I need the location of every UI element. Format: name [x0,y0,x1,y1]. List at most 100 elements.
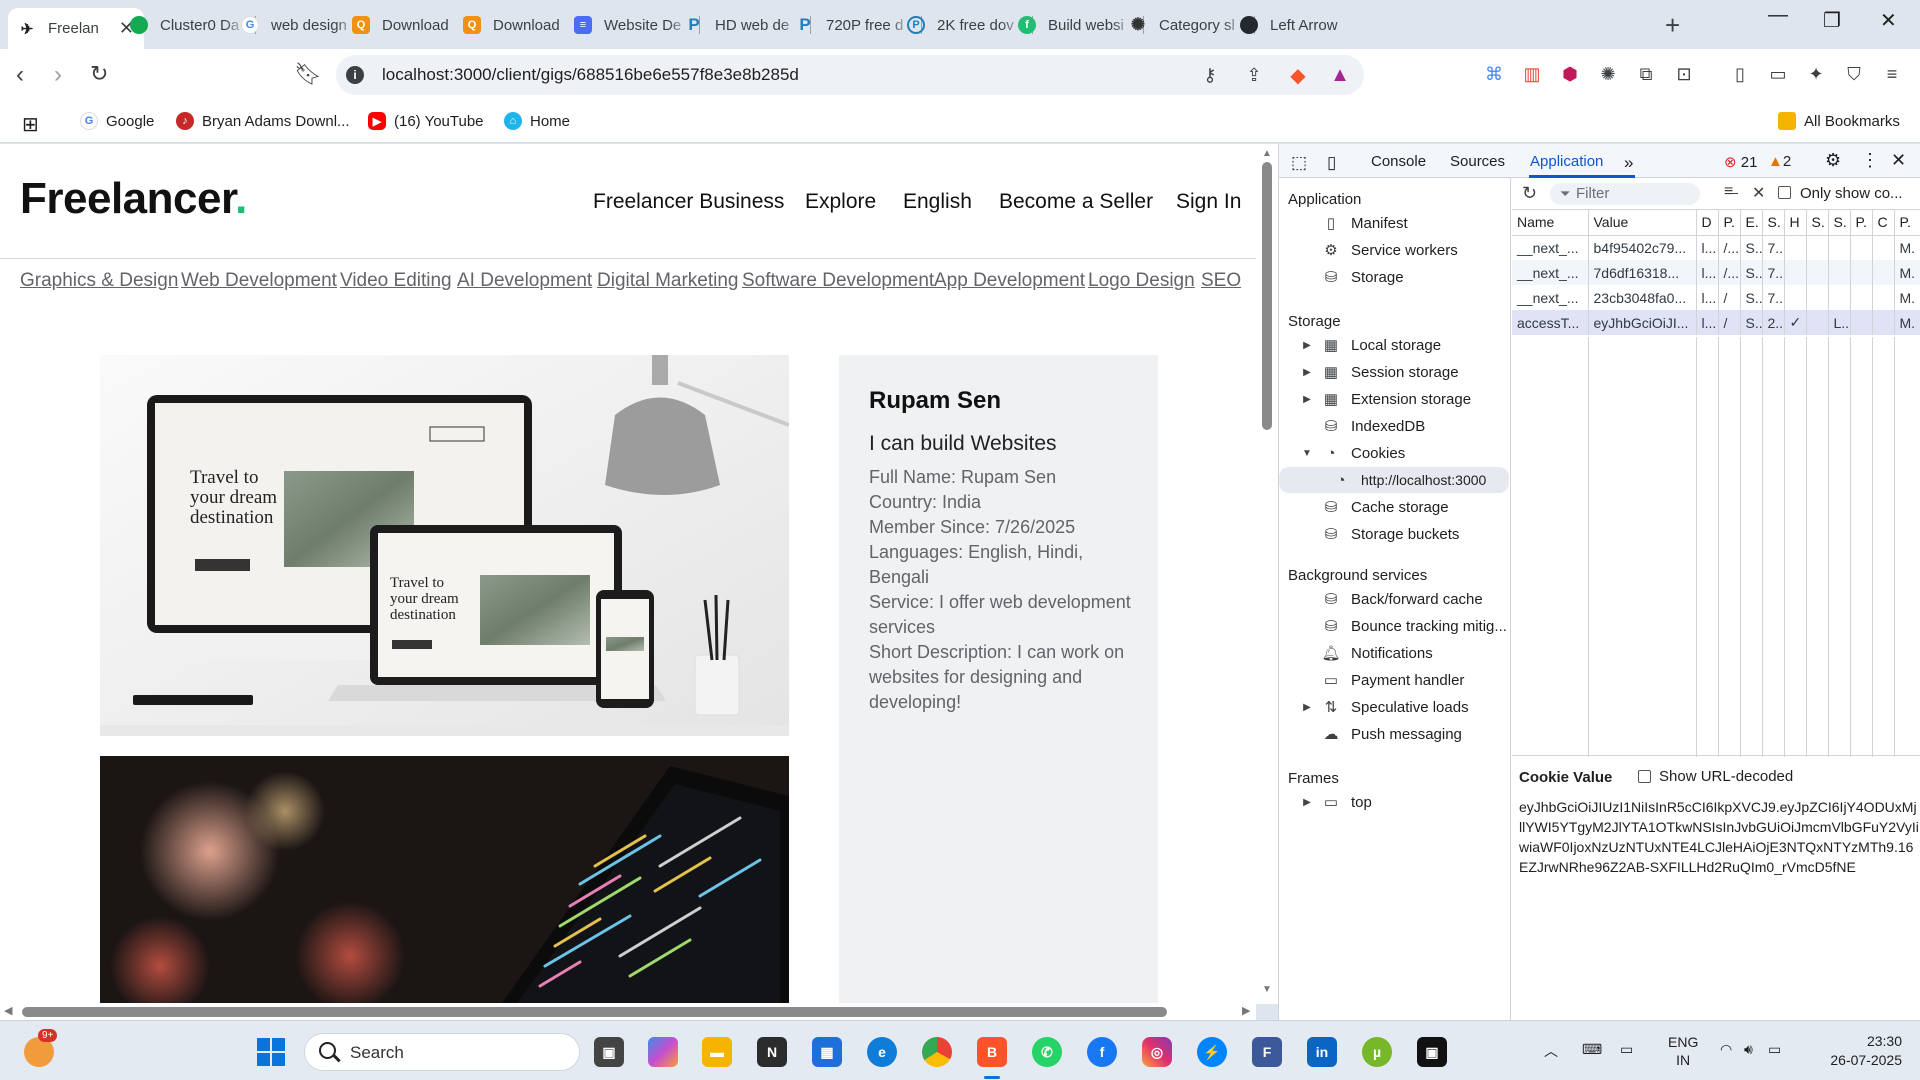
sidebar-item-cookies[interactable]: ▼ ◔ Cookies [1301,440,1509,466]
nav-explore[interactable]: Explore [805,190,876,214]
battery-icon[interactable]: ▭ [1768,1041,1781,1058]
ublock-extension-icon[interactable]: ⬢ [1558,62,1582,86]
sidebar-icon[interactable]: ▯ [1728,62,1752,86]
delete-selected-icon[interactable]: ✕ [1752,183,1765,203]
column-header-httponly[interactable]: H [1784,210,1807,236]
leo-ai-icon[interactable]: ✦ [1804,62,1828,86]
touchpad-icon[interactable]: ▭ [1620,1041,1633,1058]
share-icon[interactable]: ⇪ [1242,63,1266,87]
task-view-icon[interactable]: ▣ [594,1037,624,1067]
chevron-up-icon[interactable]: ︿ [1544,1041,1558,1061]
messenger-icon[interactable]: ⚡ [1197,1037,1227,1067]
sidebar-item-back-forward-cache[interactable]: ⛁ Back/forward cache [1301,586,1509,612]
language-indicator[interactable]: ENG IN [1668,1033,1698,1069]
apps-grid-icon[interactable]: ⊞ [22,112,39,137]
sidebar-item-payment-handler[interactable]: ▭ Payment handler [1301,667,1509,693]
category-video-editing[interactable]: Video Editing [340,270,452,292]
show-url-decoded-toggle[interactable]: Show URL-decoded [1638,768,1793,785]
whatsapp-icon[interactable]: ✆ [1032,1037,1062,1067]
bookmark-google[interactable]: G Google [80,112,154,130]
tab-application[interactable]: Application [1530,153,1603,170]
warning-counter[interactable]: ▲2 [1768,153,1791,170]
sidebar-item-service-workers[interactable]: ⚙ Service workers [1301,237,1509,263]
minimize-button[interactable]: — [1768,4,1788,27]
column-header-priority[interactable]: P. [1894,210,1920,236]
wifi-icon[interactable]: ◠ [1720,1041,1732,1058]
more-tabs-icon[interactable]: » [1624,153,1633,173]
bookmark-icon[interactable]: 🔖︎ [294,61,322,87]
sidebar-item-speculative-loads[interactable]: ▶ ⇅ Speculative loads [1301,694,1509,720]
horizontal-scroll-thumb[interactable] [22,1007,1167,1017]
nav-sign-in[interactable]: Sign In [1176,190,1241,214]
edge-icon[interactable]: e [867,1037,897,1067]
forward-button[interactable]: › [54,61,62,89]
bookmark-youtube[interactable]: ▶ (16) YouTube [368,112,484,130]
password-key-icon[interactable]: ⚷ [1198,63,1222,87]
extensions-icon[interactable]: ⧉ [1634,62,1658,86]
only-show-checkbox[interactable] [1778,186,1791,199]
all-bookmarks[interactable]: All Bookmarks [1778,112,1900,130]
keyboard-icon[interactable]: ⌨ [1582,1041,1602,1058]
column-header-size[interactable]: S. [1762,210,1785,236]
sidebar-item-local-storage[interactable]: ▶ ▦ Local storage [1301,332,1509,358]
inspect-element-icon[interactable]: ⬚ [1291,153,1307,173]
nav-become-seller[interactable]: Become a Seller [999,190,1153,214]
bookmark-bryan-adams[interactable]: ♪ Bryan Adams Downl... [176,112,350,130]
brave-rewards-icon[interactable]: ▲ [1328,63,1352,87]
settings-gear-icon[interactable]: ⚙ [1825,150,1841,171]
sidebar-item-manifest[interactable]: ▯ Manifest [1301,210,1509,236]
chrome-icon[interactable] [922,1037,952,1067]
url-text[interactable]: localhost:3000/client/gigs/688516be6e557… [382,65,799,85]
error-counter[interactable]: ⊗ 21 [1724,153,1757,171]
category-software-development[interactable]: Software Development [742,270,934,292]
bookmark-home[interactable]: ⌂ Home [504,112,570,130]
site-info-icon[interactable]: i [346,66,364,84]
tab-sources[interactable]: Sources [1450,153,1505,170]
column-header-value[interactable]: Value [1588,210,1697,236]
device-toolbar-icon[interactable]: ▯ [1327,153,1336,173]
table-row-selected[interactable]: accessT...eyJhbGciOiJI...l.../S...2...✓ L… [1512,310,1920,335]
close-window-button[interactable]: ✕ [1880,8,1897,33]
category-ai-development[interactable]: AI Development [457,270,592,292]
sidebar-item-storage[interactable]: ⛁ Storage [1301,264,1509,290]
table-row[interactable]: __next_...23cb3048fa0...l.../S...7... M. [1512,285,1920,310]
gig-image-devices[interactable]: Travel to your dream destination Travel … [100,355,789,736]
sidebar-item-session-storage[interactable]: ▶ ▦ Session storage [1301,359,1509,385]
category-logo-design[interactable]: Logo Design [1088,270,1195,292]
microsoft-store-icon[interactable]: ▦ [812,1037,842,1067]
gig-image-code-laptop[interactable] [100,756,789,1020]
refresh-icon[interactable]: ↻ [1522,183,1537,204]
tab-console[interactable]: Console [1371,153,1426,170]
column-header-domain[interactable]: D [1696,210,1719,236]
sidebar-item-cookies-localhost[interactable]: ◔ http://localhost:3000 [1279,467,1509,493]
column-header-path[interactable]: P. [1718,210,1741,236]
page-horizontal-scrollbar[interactable]: ◀ ▶ [0,1003,1256,1020]
table-row[interactable]: __next_...7d6df16318...l.../...S...7... M… [1512,260,1920,285]
clear-filtered-icon[interactable]: ≡̶ [1724,183,1733,201]
column-header-cross-site[interactable]: C [1872,210,1895,236]
sidebar-item-push-messaging[interactable]: ☁ Push messaging [1301,721,1509,747]
table-row[interactable]: __next_...b4f95402c79...l.../...S...7...… [1512,235,1920,260]
sidebar-item-frame-top[interactable]: ▶ ▭ top [1301,789,1509,815]
sidebar-item-bounce-tracking[interactable]: ⛁ Bounce tracking mitig... [1301,613,1509,639]
vpn-icon[interactable]: ⛉ [1842,62,1866,86]
nav-english[interactable]: English [903,190,972,214]
reload-button[interactable]: ↻ [90,61,108,87]
category-digital-marketing[interactable]: Digital Marketing [597,270,739,292]
file-explorer-icon[interactable]: ▬ [702,1037,732,1067]
cookie-value-text[interactable]: eyJhbGciOiJIUzI1NiIsInR5cCI6IkpXVCJ9.eyJ… [1519,797,1919,877]
menu-icon[interactable]: ≡ [1880,62,1904,86]
chatgpt-extension-icon[interactable]: ✺ [1596,62,1620,86]
sidebar-item-storage-buckets[interactable]: ⛁ Storage buckets [1301,521,1509,547]
show-url-decoded-checkbox[interactable] [1638,770,1651,783]
category-graphics-design[interactable]: Graphics & Design [20,270,178,292]
column-header-samesite[interactable]: S. [1828,210,1851,236]
sidebar-item-extension-storage[interactable]: ▶ ▦ Extension storage [1301,386,1509,412]
sidebar-item-cache-storage[interactable]: ⛁ Cache storage [1301,494,1509,520]
page-scroll-thumb[interactable] [1262,162,1272,430]
translate-icon[interactable]: ⌘ [1482,62,1506,86]
windows-start-icon[interactable] [256,1037,286,1067]
utorrent-icon[interactable]: µ [1362,1037,1392,1067]
screenshot-extension-icon[interactable]: ⊡ [1672,62,1696,86]
column-header-name[interactable]: Name [1512,210,1589,236]
